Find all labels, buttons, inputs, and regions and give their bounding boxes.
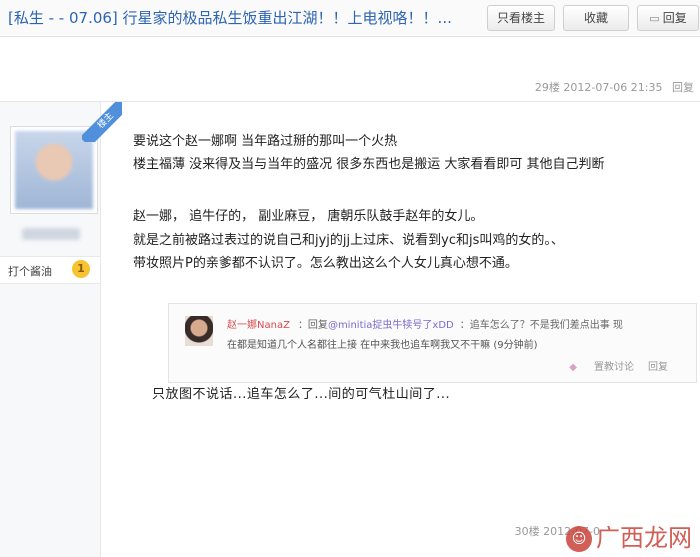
- post-line-4: 就是之前被路过表过的说自己和jyj的jj上过床、说看到yc和js叫鸡的女的。、: [133, 233, 564, 248]
- watermark: ☺ 广西龙网: [566, 518, 692, 553]
- previous-floor: 29楼 2012-07-06 21:35 回复: [0, 37, 700, 102]
- owner-ribbon: 楼主: [82, 102, 122, 142]
- reply-button[interactable]: ▭ 回复: [637, 5, 699, 31]
- quoted-screenshot: 赵一娜NanaZ ：回复@minitia捉虫牛犊号了xDD ：追车怎么了？不是我们差…: [168, 303, 697, 383]
- post-line-1: 要说这个赵一娜啊 当年路过掰的那叫一个火热: [133, 134, 398, 149]
- avatar-image: [15, 131, 93, 209]
- level-badge: 1: [72, 260, 90, 278]
- post-caption: 只放图不说话...追车怎么了...间的可气杜山间了...: [152, 387, 451, 402]
- quote-verb: ：回复: [297, 320, 328, 331]
- floor-reply-link[interactable]: 回复: [672, 81, 694, 94]
- floor-meta: 29楼 2012-07-06 21:35 回复: [535, 79, 694, 95]
- user-level: 打个酱油 1: [0, 256, 100, 284]
- watermark-text: 广西龙网: [596, 524, 692, 552]
- quote-name: 赵一娜NanaZ: [227, 320, 290, 331]
- comment-icon: ▭: [649, 12, 660, 25]
- level-name: 打个酱油: [8, 265, 52, 278]
- post-line-2: 楼主福薄 没来得及当与当年的盛况 很多东西也是搬运 大家看看即可 其他自己判断: [133, 157, 605, 172]
- pin-icon: ◆: [569, 362, 577, 373]
- post-line-3: 赵一娜， 追牛仔的， 副业麻豆， 唐朝乐队鼓手赵年的女儿。: [133, 209, 484, 224]
- reply-button-label: 回复: [662, 11, 687, 25]
- post-line-5: 带妆照片P的亲爹都不认识了。怎么教出这么个人女儿真心想不通。: [133, 256, 518, 271]
- favorite-button[interactable]: 收藏: [563, 5, 629, 31]
- quote-line-2: 在都是知道几个人名都往上接 在中来我也追车啊我又不干嘛 (9分钟前): [227, 340, 538, 351]
- watermark-logo-icon: ☺: [566, 526, 592, 552]
- quote-text: ：追车怎么了？不是我们差点出事 现: [459, 320, 623, 331]
- user-sidebar: 打个酱油 1: [0, 102, 101, 557]
- quote-avatar: [185, 316, 213, 346]
- username-blurred[interactable]: [22, 228, 80, 240]
- quote-line-1: 赵一娜NanaZ ：回复@minitia捉虫牛犊号了xDD ：追车怎么了？不是我们差…: [227, 316, 623, 331]
- quote-action-reply: 回复: [648, 362, 668, 373]
- thread-title[interactable]: [私生 - - 07.06] 行星家的极品私生饭重出江湖！！上电视咯！！...: [8, 7, 478, 28]
- quote-action-discuss: 置教讨论: [594, 362, 634, 373]
- thread-header: [私生 - - 07.06] 行星家的极品私生饭重出江湖！！上电视咯！！... …: [0, 0, 700, 37]
- quote-mention: @minitia捉虫牛犊号了xDD: [327, 320, 454, 331]
- quote-actions: ◆ 置教讨论 回复: [569, 358, 668, 373]
- floor-info: 29楼 2012-07-06 21:35: [534, 81, 663, 94]
- only-op-button[interactable]: 只看楼主: [487, 5, 555, 31]
- owner-ribbon-label: 楼主: [82, 102, 122, 142]
